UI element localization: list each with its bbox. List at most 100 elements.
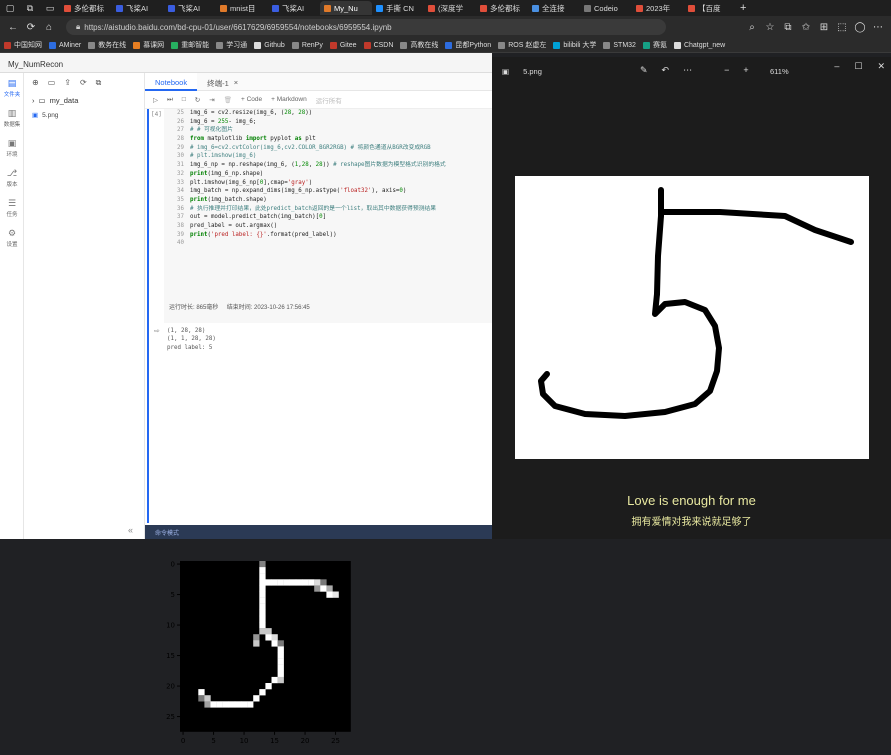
browser-tab[interactable]: 飞桨AI — [112, 1, 164, 15]
profile-icon[interactable]: ◯ — [851, 22, 869, 33]
copy-icon[interactable]: ⧉ — [96, 78, 102, 88]
bookmark-item[interactable]: 中国知网 — [4, 40, 42, 50]
collections-icon[interactable]: ⊞ — [815, 22, 833, 33]
zoom-in-icon[interactable]: + — [743, 65, 748, 76]
bookmark-item[interactable]: 赛氪 — [642, 40, 667, 50]
close-icon[interactable]: ✕ — [877, 61, 885, 72]
bookmark-label: 昆都Python — [455, 42, 492, 49]
edit-icon[interactable]: ✎ — [640, 65, 648, 76]
collapse-panel-icon[interactable]: « — [128, 525, 133, 535]
notebook-editor: Notebook 终端-1 × ▷ ⏭ □ ↻ ⇥ 🗑︎ + Code + Mark… — [145, 72, 492, 745]
upload-icon[interactable]: ⇪ — [64, 78, 71, 88]
editor-tab[interactable]: 终端-1 × — [197, 73, 248, 91]
browser-tab[interactable]: 飞桨AI — [268, 1, 320, 15]
minimize-icon[interactable]: – — [834, 61, 839, 72]
browser-tab[interactable]: 多伦都标 — [60, 1, 112, 15]
nav-item[interactable]: ▥ 数据集 — [0, 103, 24, 133]
step-icon[interactable]: ⇥ — [209, 96, 214, 104]
code-editor[interactable]: 25 img_6 = cv2.resize(img_6, (28, 28)) 26 i… — [164, 109, 492, 323]
browser-tab[interactable]: Codeio — [580, 1, 632, 15]
nav-item[interactable]: ⎇ 版本 — [0, 163, 24, 193]
delete-icon[interactable]: 🗑︎ — [224, 96, 232, 104]
bookmark-item[interactable]: 昆都Python — [445, 40, 491, 50]
undo-icon[interactable]: ↶ — [662, 65, 670, 76]
add-code-button[interactable]: + Code — [241, 96, 262, 103]
address-toolbar: ← ⟳ ⌂ 🔒︎ https://aistudio.baidu.com/bd-c… — [0, 16, 891, 38]
tab-label: 飞桨AI — [178, 3, 201, 13]
nav-item[interactable]: ⚙ 设置 — [0, 223, 24, 253]
heatmap-pixel — [265, 634, 272, 641]
zoom-out-icon[interactable]: − — [724, 65, 729, 76]
close-icon[interactable]: × — [234, 78, 238, 91]
favorite-star-icon[interactable]: ☆ — [761, 22, 779, 33]
bookmark-item[interactable]: STM32 — [603, 41, 636, 49]
bookmark-item[interactable]: Github — [254, 41, 285, 49]
browser-tab[interactable]: 手撕 CN — [372, 1, 424, 15]
browser-tab[interactable]: 全连接 — [528, 1, 580, 15]
address-bar[interactable]: 🔒︎ https://aistudio.baidu.com/bd-cpu-01/… — [66, 19, 666, 35]
bookmark-item[interactable]: bilibili 大学 — [553, 40, 596, 50]
code-cell[interactable]: [4] 25 img_6 = cv2.resize(img_6, (28, 28)… — [147, 109, 492, 323]
browser-tab[interactable]: 飞桨AI — [164, 1, 216, 15]
heatmap-pixel — [277, 652, 284, 659]
bookmark-item[interactable]: AMiner — [49, 41, 81, 49]
more-icon[interactable]: ⋯ — [869, 22, 887, 33]
browser-tab[interactable]: 2023年 — [632, 1, 684, 15]
zoom-icon[interactable]: ⌕ — [743, 22, 761, 33]
browser-tab[interactable]: 【百度 — [684, 1, 736, 15]
browser-tab[interactable]: My_Nu — [320, 1, 372, 15]
back-icon[interactable]: ← — [4, 22, 22, 33]
browser-tab[interactable]: 多伦都标 — [476, 1, 528, 15]
refresh-files-icon[interactable]: ⟳ — [80, 78, 87, 88]
heatmap-pixel — [277, 676, 284, 684]
refresh-icon[interactable]: ⟳ — [22, 22, 40, 33]
heatmap-pixel — [253, 695, 260, 702]
image-viewer-window: ▣ 5.png ✎ ↶ ⋯ − + 611% – ☐ ✕ Love is enough fo… — [492, 57, 891, 539]
bookmark-item[interactable]: 学习通 — [216, 40, 247, 50]
bookmark-label: CSDN — [373, 41, 394, 49]
bookmark-item[interactable]: ROS 赵虚左 — [498, 40, 546, 50]
new-file-icon[interactable]: ⊕ — [32, 78, 39, 88]
run-icon[interactable]: ▷ — [153, 96, 158, 104]
folder-row[interactable]: › ▭ my_data — [24, 93, 144, 108]
maximize-icon[interactable]: ☐ — [854, 61, 862, 72]
bookmark-item[interactable]: 重邮智能 — [171, 40, 209, 50]
extensions-icon[interactable]: ⬚ — [833, 22, 851, 33]
lock-icon: 🔒︎ — [76, 22, 81, 31]
tab-label: 手撕 CN — [386, 3, 414, 13]
workspace-icon[interactable]: ⧉ — [20, 0, 40, 16]
home-icon[interactable]: ⌂ — [40, 22, 58, 33]
line-number: 29 — [177, 144, 184, 151]
code-line: 37 out = model.predict_batch(img_batch)[0… — [164, 213, 492, 222]
restart-icon[interactable]: ↻ — [195, 96, 200, 104]
window-controls: – ☐ ✕ — [834, 61, 885, 72]
file-row[interactable]: ▣ 5.png — [24, 108, 144, 122]
browser-profile-icon[interactable]: ▢ — [0, 0, 20, 16]
favorites-icon[interactable]: ✩ — [797, 22, 815, 33]
nav-item[interactable]: ☰ 任务 — [0, 193, 24, 223]
browser-tab[interactable]: mnist目 — [216, 1, 268, 15]
editor-tab[interactable]: Notebook — [145, 72, 198, 91]
stop-icon[interactable]: □ — [182, 96, 186, 103]
bookmark-item[interactable]: 教务在线 — [88, 40, 126, 50]
new-folder-icon[interactable]: ▭ — [48, 78, 56, 88]
nav-item[interactable]: ▣ 环境 — [0, 133, 24, 163]
more-icon[interactable]: ⋯ — [683, 65, 692, 76]
tab-actions-icon[interactable]: ▭ — [40, 0, 60, 16]
add-markdown-button[interactable]: + Markdown — [271, 96, 307, 103]
bookmark-item[interactable]: Chatgpt_new — [673, 41, 725, 49]
code-token: ), axis= — [371, 188, 400, 195]
bookmark-item[interactable]: Gitee — [329, 41, 357, 49]
bookmark-item[interactable]: RenPy — [291, 41, 323, 49]
line-number: 27 — [177, 127, 184, 134]
bookmark-item[interactable]: 高教在线 — [400, 40, 438, 50]
browser-tab[interactable]: (深度学 — [424, 1, 476, 15]
bookmark-item[interactable]: CSDN — [363, 41, 394, 49]
end-time: 结束时间: 2023-10-26 17:56:45 — [226, 305, 310, 311]
run-all-icon[interactable]: ⏭ — [167, 96, 173, 104]
split-screen-icon[interactable]: ⧉ — [779, 22, 797, 33]
bookmark-item[interactable]: 慕课网 — [133, 40, 164, 50]
nav-item[interactable]: ▤ 文件夹 — [0, 73, 24, 103]
url-text: https://aistudio.baidu.com/bd-cpu-01/use… — [84, 22, 392, 32]
new-tab-button[interactable]: + — [740, 2, 746, 14]
